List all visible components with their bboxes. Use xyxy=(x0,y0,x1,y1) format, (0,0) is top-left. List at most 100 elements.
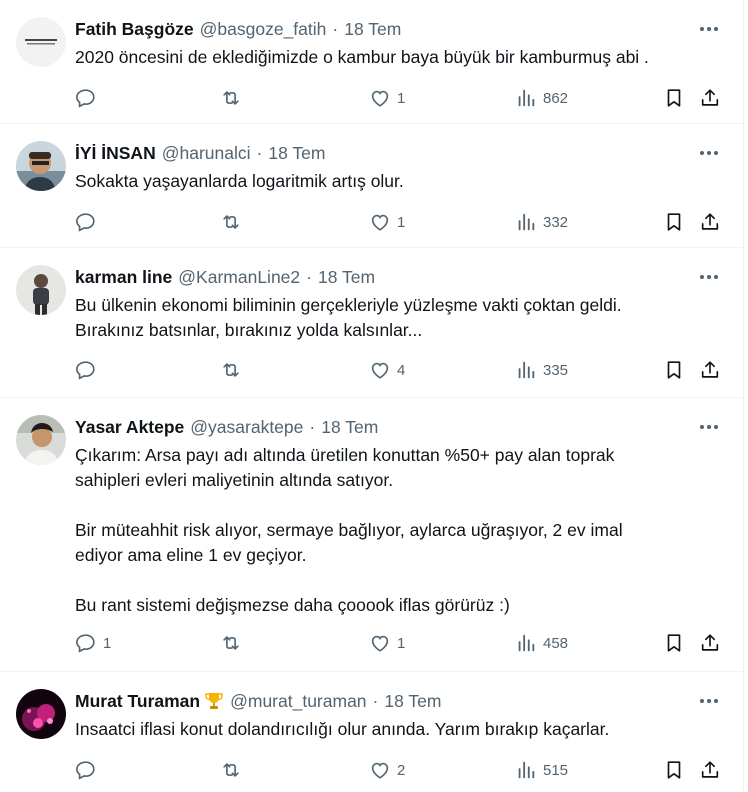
retweet-button[interactable] xyxy=(220,358,242,382)
more-dots-icon[interactable] xyxy=(697,417,721,437)
share-button[interactable] xyxy=(699,758,721,782)
timestamp[interactable]: 18 Tem xyxy=(321,417,378,437)
author-name[interactable]: Fatih Başgöze xyxy=(75,19,194,39)
bookmark-button[interactable] xyxy=(663,86,685,110)
tweet-actions: 1 332 xyxy=(75,210,743,234)
heart-icon xyxy=(371,214,389,231)
timestamp[interactable]: 18 Tem xyxy=(318,267,375,287)
tweet-3[interactable]: karman line @KarmanLine2 · 18 Tem Bu ülk… xyxy=(0,248,743,398)
retweet-button[interactable] xyxy=(220,86,242,110)
tweet-header: Fatih Başgöze @basgoze_fatih · 18 Tem xyxy=(75,19,723,39)
views-button[interactable]: 515 xyxy=(515,758,568,782)
author-handle[interactable]: @yasaraktepe xyxy=(190,417,303,437)
reply-button[interactable] xyxy=(75,358,103,382)
like-button[interactable]: 4 xyxy=(369,358,405,382)
retweet-icon xyxy=(223,91,239,105)
tweet-text: Insaatci iflasi konut dolandırıcılığı ol… xyxy=(75,719,610,739)
like-count: 1 xyxy=(397,213,406,231)
reply-button[interactable] xyxy=(75,86,103,110)
tweet-header: İYİ İNSAN @harunalci · 18 Tem xyxy=(75,143,723,163)
reply-icon xyxy=(76,361,95,380)
tweet-2[interactable]: İYİ İNSAN @harunalci · 18 Tem Sokakta ya… xyxy=(0,124,743,248)
like-button[interactable]: 2 xyxy=(369,758,405,782)
avatar[interactable] xyxy=(16,415,66,465)
like-button[interactable]: 1 xyxy=(369,631,405,655)
view-count: 458 xyxy=(543,634,569,652)
avatar[interactable] xyxy=(16,17,66,67)
share-button[interactable] xyxy=(699,631,721,655)
timestamp[interactable]: 18 Tem xyxy=(344,19,401,39)
share-icon xyxy=(701,361,719,378)
reply-button[interactable]: 1 xyxy=(75,631,111,655)
author-handle[interactable]: @harunalci xyxy=(162,143,251,163)
views-button[interactable]: 332 xyxy=(515,210,568,234)
author-handle[interactable]: @murat_turaman xyxy=(230,691,366,711)
avatar[interactable] xyxy=(16,689,66,739)
tweet-5[interactable]: Murat Turaman @murat_turaman · 18 Tem In… xyxy=(0,672,743,792)
timestamp[interactable]: 18 Tem xyxy=(268,143,325,163)
heart-icon xyxy=(371,635,389,652)
like-count: 4 xyxy=(397,361,406,379)
views-button[interactable]: 862 xyxy=(515,86,568,110)
views-chart-icon xyxy=(518,361,535,379)
bookmark-icon xyxy=(667,213,681,231)
view-count: 332 xyxy=(543,213,569,231)
author-name[interactable]: İYİ İNSAN xyxy=(75,143,156,163)
more-dots-icon[interactable] xyxy=(697,143,721,163)
separator-dot: · xyxy=(372,691,379,711)
trophy-icon xyxy=(204,691,224,711)
separator-dot: · xyxy=(332,19,339,39)
more-dots-icon[interactable] xyxy=(697,19,721,39)
person-photo-avatar-icon xyxy=(16,415,66,465)
tweet-actions: 1 1 458 xyxy=(75,631,743,655)
share-icon xyxy=(701,634,719,651)
text-logo-avatar-icon xyxy=(16,17,66,67)
bookmark-button[interactable] xyxy=(663,210,685,234)
author-name[interactable]: karman line xyxy=(75,267,172,287)
share-button[interactable] xyxy=(699,86,721,110)
author-name[interactable]: Yasar Aktepe xyxy=(75,417,184,437)
tweet-1[interactable]: Fatih Başgöze @basgoze_fatih · 18 Tem 20… xyxy=(0,0,743,124)
author-name[interactable]: Murat Turaman xyxy=(75,691,200,711)
share-button[interactable] xyxy=(699,358,721,382)
share-icon xyxy=(701,89,719,106)
reply-icon xyxy=(76,761,95,780)
tweet-text: 2020 öncesini de eklediğimizde o kambur … xyxy=(75,47,649,67)
bookmark-button[interactable] xyxy=(663,631,685,655)
like-button[interactable]: 1 xyxy=(369,86,405,110)
avatar[interactable] xyxy=(16,141,66,191)
separator-dot: · xyxy=(309,417,316,437)
share-icon xyxy=(701,761,719,778)
like-count: 2 xyxy=(397,761,406,779)
bookmark-button[interactable] xyxy=(663,758,685,782)
retweet-button[interactable] xyxy=(220,758,242,782)
heart-icon xyxy=(371,362,389,379)
more-dots-icon[interactable] xyxy=(697,267,721,287)
view-count: 335 xyxy=(543,361,569,379)
views-button[interactable]: 335 xyxy=(515,358,568,382)
author-handle[interactable]: @basgoze_fatih xyxy=(200,19,327,39)
timestamp[interactable]: 18 Tem xyxy=(384,691,441,711)
tweet-header: Murat Turaman @murat_turaman · 18 Tem xyxy=(75,691,723,711)
retweet-icon xyxy=(223,636,239,650)
reply-icon xyxy=(76,89,95,108)
bookmark-button[interactable] xyxy=(663,358,685,382)
avatar[interactable] xyxy=(16,265,66,315)
view-count: 862 xyxy=(543,89,569,107)
bookmark-icon xyxy=(667,634,681,652)
tweet-4[interactable]: Yasar Aktepe @yasaraktepe · 18 Tem Çıkar… xyxy=(0,398,743,672)
bookmark-icon xyxy=(667,89,681,107)
views-button[interactable]: 458 xyxy=(515,631,568,655)
more-dots-icon[interactable] xyxy=(697,691,721,711)
retweet-button[interactable] xyxy=(220,210,242,234)
tweet-header: Yasar Aktepe @yasaraktepe · 18 Tem xyxy=(75,417,723,437)
reply-icon xyxy=(76,213,95,232)
reply-button[interactable] xyxy=(75,210,103,234)
person-photo-avatar-icon xyxy=(16,265,66,315)
like-button[interactable]: 1 xyxy=(369,210,405,234)
like-count: 1 xyxy=(397,89,406,107)
reply-button[interactable] xyxy=(75,758,103,782)
share-button[interactable] xyxy=(699,210,721,234)
retweet-button[interactable] xyxy=(220,631,242,655)
author-handle[interactable]: @KarmanLine2 xyxy=(178,267,300,287)
